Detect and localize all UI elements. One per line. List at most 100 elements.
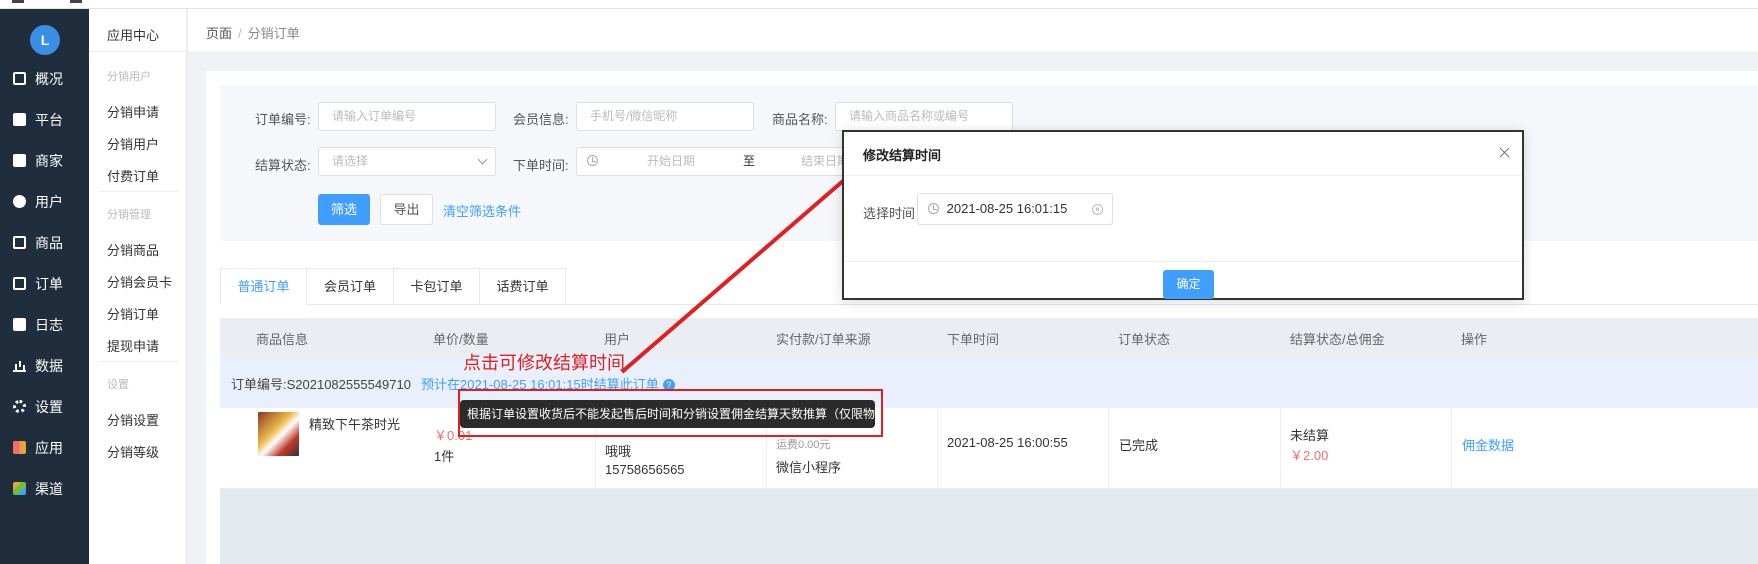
store-icon [13,154,26,167]
commission-amount: ￥2.00 [1290,448,1329,463]
bar-chart-icon [13,359,26,372]
sidebar-item-label: 概况 [35,70,63,87]
sidebar-item-channel[interactable]: 渠道 [0,468,89,509]
sidebar-item-label: 设置 [35,398,63,415]
subnav-item-orders[interactable]: 分销订单 [107,304,159,323]
tab-member-orders[interactable]: 会员订单 [307,268,394,305]
sidebar-item-merchant[interactable]: 商家 [0,140,89,181]
sub-navigation: 应用中心 分销用户 分销申请 分销用户 付费订单 分销管理 分销商品 分销会员卡… [89,9,187,564]
subnav-item-member-card[interactable]: 分销会员卡 [107,272,172,291]
order-no-input[interactable]: 请输入订单编号 [318,102,496,131]
order-time-label: 下单时间: [513,158,569,173]
tab-normal-orders[interactable]: 普通订单 [220,268,307,305]
range-separator: 至 [743,154,756,168]
goods-name-label: 商品名称: [772,112,828,127]
export-button[interactable]: 导出 [380,194,433,225]
subnav-item-paid-orders[interactable]: 付费订单 [107,166,159,185]
sidebar-item-label: 订单 [35,275,63,292]
annotation-text: 点击可修改结算时间 [463,353,625,373]
table-row: 精致下午茶时光 ￥0.01 1件 哦哦 15758656565 运费0.00元 … [220,408,1758,489]
sidebar-item-label: 商家 [35,152,63,169]
user-name: 哦哦 [605,444,632,459]
column-header: 结算状态/总佣金 [1290,332,1385,347]
sidebar: L 概况 平台 商家 用户 商品 订单 日志 数据 设置 应用 渠道 [0,9,89,564]
sidebar-item-label: 用户 [35,193,63,210]
breadcrumb: 页面 / 分销订单 [206,26,300,41]
settle-time-picker[interactable]: 2021-08-25 16:01:15 × [917,193,1113,225]
sidebar-item-user[interactable]: 用户 [0,181,89,222]
subnav-item-goods[interactable]: 分销商品 [107,240,159,259]
cube-icon [13,482,26,495]
goods-icon [13,236,26,249]
goods-name-input[interactable]: 请输入商品名称或编号 [835,102,1013,131]
sidebar-item-settings[interactable]: 设置 [0,386,89,427]
edit-settle-time-dialog: 修改结算时间 选择时间 2021-08-25 16:01:15 × 确定 [842,130,1524,300]
goods-name: 精致下午茶时光 [309,417,401,432]
apps-icon [13,441,26,454]
sidebar-item-goods[interactable]: 商品 [0,222,89,263]
sidebar-item-order[interactable]: 订单 [0,263,89,304]
chart-icon [13,72,26,85]
sidebar-item-data[interactable]: 数据 [0,345,89,386]
order-no-label: 订单编号: [255,112,311,127]
subnav-group-label: 分销用户 [107,71,151,83]
shipping-fee: 运费0.00元 [776,439,831,451]
filter-button[interactable]: 筛选 [318,194,370,225]
column-header: 下单时间 [947,332,1000,347]
sidebar-item-label: 商品 [35,234,63,251]
sidebar-item-label: 日志 [35,316,63,333]
confirm-button[interactable]: 确定 [1163,270,1214,299]
user-icon [13,195,26,208]
subnav-item-levels[interactable]: 分销等级 [107,442,159,461]
tab-phone-orders[interactable]: 话费订单 [480,268,566,305]
breadcrumb-root[interactable]: 页面 [206,26,232,41]
order-icon [13,277,26,290]
sidebar-item-label: 平台 [35,111,63,128]
member-label: 会员信息: [513,112,569,127]
subnav-group-label: 分销管理 [107,209,151,221]
settle-status-select[interactable]: 请选择 [318,147,496,176]
sidebar-item-apps[interactable]: 应用 [0,427,89,468]
subnav-title: 应用中心 [107,28,160,43]
table-next-row [220,489,1758,564]
order-source: 微信小程序 [776,460,842,475]
order-status: 已完成 [1119,438,1159,453]
settle-status: 未结算 [1290,428,1330,443]
subnav-item-users[interactable]: 分销用户 [107,134,159,153]
window-top-strip [0,0,1758,9]
monitor-icon [13,113,26,126]
dialog-title: 修改结算时间 [863,148,942,163]
start-date-input[interactable]: 开始日期 [647,148,695,175]
clear-icon[interactable]: × [1092,204,1103,215]
commission-data-link[interactable]: 佣金数据 [1462,435,1514,454]
logo-icon: L [30,25,60,55]
subnav-group-label: 设置 [107,379,129,391]
log-icon [13,318,26,331]
column-header: 用户 [604,332,631,347]
sidebar-item-log[interactable]: 日志 [0,304,89,345]
annotation-highlight-box [458,389,883,437]
member-input[interactable]: 手机号/微信昵称 [576,102,754,131]
goods-quantity: 1件 [434,449,455,464]
tab-card-orders[interactable]: 卡包订单 [394,268,480,305]
sidebar-item-label: 渠道 [35,480,63,497]
column-header: 实付款/订单来源 [776,332,871,347]
order-number: 订单编号:S2021082555549710 [231,377,411,392]
clear-filter-link[interactable]: 清空筛选条件 [443,201,521,220]
subnav-item-withdraw[interactable]: 提现申请 [107,336,159,355]
table-header: 商品信息 单价/数量 用户 实付款/订单来源 下单时间 订单状态 结算状态/总佣… [220,318,1758,355]
subnav-item-settings[interactable]: 分销设置 [107,410,159,429]
sidebar-item-platform[interactable]: 平台 [0,99,89,140]
subnav-item-apply[interactable]: 分销申请 [107,102,159,121]
chevron-down-icon [477,154,488,165]
page-header: 页面 / 分销订单 [188,9,1758,53]
user-phone: 15758656565 [605,462,685,477]
close-icon[interactable] [1498,146,1511,159]
goods-thumbnail [258,412,299,456]
clock-icon [587,155,598,166]
clock-icon [928,203,939,214]
dialog-time-label: 选择时间 [863,206,916,221]
sidebar-item-overview[interactable]: 概况 [0,58,89,99]
select-placeholder: 请选择 [332,154,369,168]
order-group-header: 订单编号:S2021082555549710 预计在2021-08-25 16:… [220,355,1758,408]
